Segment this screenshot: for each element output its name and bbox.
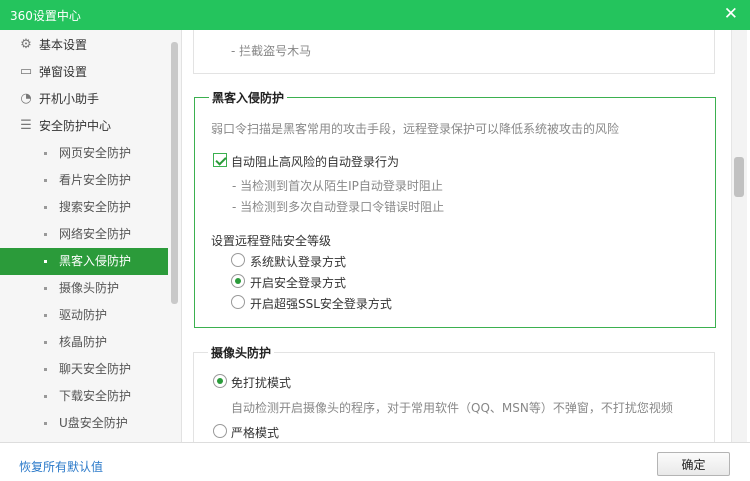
sidebar-item-label: U盘安全防护 [59,416,128,430]
previous-section-item: - 拦截盗号木马 [231,44,312,58]
camera-protection-section: 摄像头防护 免打扰模式 自动检测开启摄像头的程序，对于常用软件（QQ、MSN等）… [193,344,715,442]
bullet-dot [44,395,47,398]
bullet-dot [44,422,47,425]
window-title: 360设置中心 [10,9,81,23]
sidebar-item-popup-settings[interactable]: ▭ 弹窗设置 [0,59,168,86]
sidebar-subitem-usb[interactable]: U盘安全防护 [0,410,168,437]
sidebar-subitem-chat[interactable]: 聊天安全防护 [0,356,168,383]
sidebar-item-label: 黑客入侵防护 [59,254,132,268]
block-note-first-ip: - 当检测到首次从陌生IP自动登录时阻止 [232,179,443,193]
radio-strict-label[interactable]: 严格模式 [231,424,279,441]
hacker-protection-section: 黑客入侵防护 弱口令扫描是黑客常用的攻击手段，远程登录保护可以降低系统被攻击的风… [194,89,716,328]
radio-secure-login[interactable] [231,274,245,288]
sidebar-subitem-search[interactable]: 搜索安全防护 [0,194,168,221]
title-bar: 360设置中心 ✕ [0,0,750,30]
gear-icon: ⚙ [20,37,32,52]
sidebar-item-label: 核晶防护 [59,335,108,349]
sidebar-item-label: 下载安全防护 [59,389,132,403]
block-note-password-errors: - 当检测到多次自动登录口令错误时阻止 [232,200,445,214]
radio-default-login[interactable] [231,253,245,267]
sidebar-item-label: 安全防护中心 [39,119,112,133]
radio-ssl-login-label[interactable]: 开启超强SSL安全登录方式 [250,295,392,312]
sidebar: ⚙ 基本设置 ▭ 弹窗设置 ◔ 开机小助手 ☰ 安全防护中心 网页安全防护 看片… [0,30,182,442]
bullet-dot [44,341,47,344]
sidebar-item-label: 驱动防护 [59,308,108,322]
auto-block-checkbox[interactable] [213,153,227,167]
restore-defaults-link[interactable]: 恢复所有默认值 [19,458,103,475]
sidebar-subitem-core-crystal[interactable]: 核晶防护 [0,329,168,356]
ok-button[interactable]: 确定 [657,452,730,476]
sidebar-item-label: 网络安全防护 [59,227,132,241]
section-title: 黑客入侵防护 [209,89,288,106]
bullet-dot [44,179,47,182]
bullet-dot [44,287,47,290]
sidebar-subitem-video[interactable]: 看片安全防护 [0,167,168,194]
sidebar-subitem-camera[interactable]: 摄像头防护 [0,275,168,302]
section-description: 弱口令扫描是黑客常用的攻击手段，远程登录保护可以降低系统被攻击的风险 [211,122,620,136]
previous-section: - 拦截盗号木马 [193,30,715,74]
radio-strict-mode[interactable] [213,424,227,438]
footer-bar: 恢复所有默认值 确定 [0,442,750,481]
sidebar-item-label: 聊天安全防护 [59,362,132,376]
radio-no-disturb-mode[interactable] [213,374,227,388]
radio-no-disturb-label[interactable]: 免打扰模式 [231,374,291,391]
sidebar-item-security-center[interactable]: ☰ 安全防护中心 [0,113,168,140]
sidebar-item-label: 基本设置 [39,38,88,52]
auto-block-label[interactable]: 自动阻止高风险的自动登录行为 [231,153,399,170]
security-level-title: 设置远程登陆安全等级 [211,234,332,248]
radio-secure-login-label[interactable]: 开启安全登录方式 [250,274,346,291]
bullet-dot [44,368,47,371]
sidebar-item-label: 看片安全防护 [59,173,132,187]
bullet-dot [44,260,47,263]
no-disturb-description: 自动检测开启摄像头的程序，对于常用软件（QQ、MSN等）不弹窗，不打扰您视频 [231,401,673,415]
sidebar-item-label: 网页安全防护 [59,146,132,160]
sidebar-subitem-driver[interactable]: 驱动防护 [0,302,168,329]
sidebar-item-basic-settings[interactable]: ⚙ 基本设置 [0,32,168,59]
sidebar-subitem-web[interactable]: 网页安全防护 [0,140,168,167]
sidebar-subitem-hacker[interactable]: 黑客入侵防护 [0,248,168,275]
window-icon: ▭ [19,64,33,79]
radio-ssl-login[interactable] [231,295,245,309]
sidebar-scrollbar[interactable] [171,42,178,304]
bullet-dot [44,152,47,155]
scrollbar-thumb[interactable] [734,157,744,197]
sidebar-item-boot-assistant[interactable]: ◔ 开机小助手 [0,86,168,113]
bullet-dot [44,233,47,236]
sidebar-subitem-network[interactable]: 网络安全防护 [0,221,168,248]
radio-default-login-label[interactable]: 系统默认登录方式 [250,253,346,270]
sidebar-item-label: 开机小助手 [39,92,100,106]
sidebar-subitem-download[interactable]: 下载安全防护 [0,383,168,410]
bullet-dot [44,206,47,209]
sidebar-item-label: 摄像头防护 [59,281,120,295]
section-title: 摄像头防护 [208,344,275,361]
sidebar-item-label: 弹窗设置 [39,65,88,79]
content-scrollbar[interactable] [731,30,747,442]
close-icon[interactable]: ✕ [724,4,738,24]
settings-content: - 拦截盗号木马 黑客入侵防护 弱口令扫描是黑客常用的攻击手段，远程登录保护可以… [183,30,750,442]
sidebar-item-label: 搜索安全防护 [59,200,132,214]
list-icon: ☰ [20,118,32,133]
bullet-dot [44,314,47,317]
stopwatch-icon: ◔ [20,91,32,106]
